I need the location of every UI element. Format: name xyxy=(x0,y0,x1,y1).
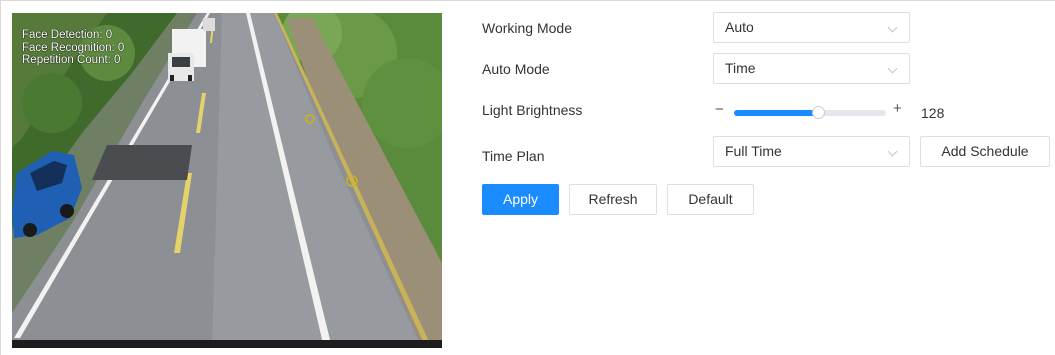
time-plan-value: Full Time xyxy=(725,143,782,159)
increase-icon[interactable]: + xyxy=(893,100,902,117)
refresh-button[interactable]: Refresh xyxy=(569,184,657,215)
osd-face-recognition: Face Recognition: 0 xyxy=(22,41,125,54)
time-plan-select[interactable]: Full Time xyxy=(713,136,910,167)
default-button[interactable]: Default xyxy=(667,184,754,215)
slider-thumb[interactable] xyxy=(812,106,825,119)
osd-repetition-count: Repetition Count: 0 xyxy=(22,54,121,66)
osd-overlay: Face Detection: 0 Face Recognition: 0 Re… xyxy=(22,29,124,67)
time-plan-label: Time Plan xyxy=(482,148,545,164)
working-mode-label: Working Mode xyxy=(482,20,573,36)
chevron-down-icon xyxy=(887,146,898,157)
chevron-down-icon xyxy=(887,63,898,74)
apply-button[interactable]: Apply xyxy=(482,184,559,215)
working-mode-select[interactable]: Auto xyxy=(713,12,910,43)
auto-mode-select[interactable]: Time xyxy=(713,53,910,84)
add-schedule-button[interactable]: Add Schedule xyxy=(920,136,1050,167)
light-brightness-value: 128 xyxy=(921,105,945,121)
osd-face-detection: Face Detection: 0 xyxy=(22,29,113,41)
light-brightness-label: Light Brightness xyxy=(482,102,583,118)
light-brightness-slider[interactable]: − + 128 xyxy=(713,100,953,124)
working-mode-value: Auto xyxy=(725,19,754,35)
auto-mode-value: Time xyxy=(725,60,756,76)
slider-fill xyxy=(734,110,818,116)
slider-track[interactable] xyxy=(734,106,886,119)
chevron-down-icon xyxy=(887,22,898,33)
auto-mode-label: Auto Mode xyxy=(482,61,550,77)
live-preview[interactable]: Face Detection: 0 Face Recognition: 0 Re… xyxy=(12,13,442,348)
decrease-icon[interactable]: − xyxy=(715,101,724,118)
